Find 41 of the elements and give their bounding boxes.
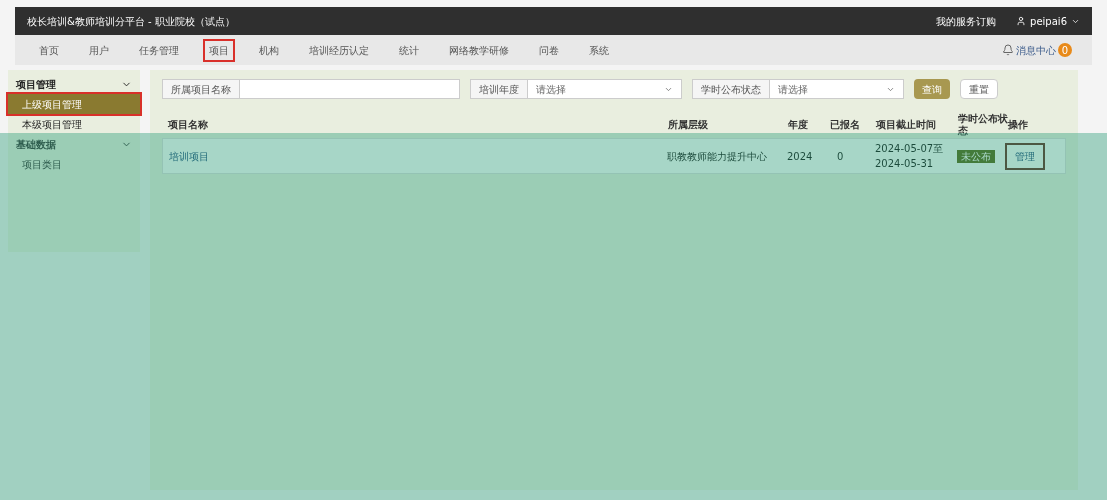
nav-tab[interactable]: 系统: [585, 40, 613, 60]
table-cell-text: 2024: [787, 149, 814, 164]
table-cell-text: 职教教师能力提升中心: [667, 149, 768, 164]
select-field[interactable]: 培训年度 请选择: [470, 79, 682, 99]
nav-tab[interactable]: 统计: [395, 40, 423, 60]
messages-link[interactable]: 消息中心: [1016, 42, 1056, 58]
select-field[interactable]: 学时公布状态 请选择: [692, 79, 904, 99]
nav-tab[interactable]: 机构: [255, 40, 283, 60]
manage-link[interactable]: 管理: [1007, 144, 1043, 168]
nav-tab[interactable]: 任务管理: [135, 40, 183, 60]
sidebar-item[interactable]: 本级项目管理: [8, 114, 140, 134]
window-title: 校长培训&教师培训分平台 - 职业院校（试点）: [27, 14, 236, 29]
nav-tab[interactable]: 用户: [85, 40, 113, 60]
user-menu[interactable]: peipai6: [1016, 13, 1080, 29]
column-header: 项目名称: [168, 118, 209, 132]
nav-tab[interactable]: 网络教学研修: [445, 40, 513, 60]
table-cell-text: 0: [836, 149, 845, 164]
header-link[interactable]: 我的服务订购: [936, 13, 997, 29]
column-header: 年度: [788, 118, 809, 132]
status-badge: 未公布: [957, 149, 995, 163]
bell-icon: [1002, 44, 1014, 56]
column-header: 已报名: [830, 118, 861, 132]
table-cell-text: 2024-05-31: [875, 157, 935, 171]
column-header: 所属层级: [668, 118, 709, 132]
user-icon: [1016, 16, 1027, 26]
sidebar-group[interactable]: 项目管理: [8, 74, 140, 94]
nav-tab[interactable]: 问卷: [535, 40, 563, 60]
input-field[interactable]: 所属项目名称: [162, 79, 460, 99]
table-cell-text: 2024-05-07至: [875, 142, 945, 156]
column-header: 项目截止时间: [876, 118, 937, 132]
sidebar-item[interactable]: 项目类目: [8, 154, 140, 174]
nav-tab[interactable]: 项目: [205, 40, 233, 60]
project-link[interactable]: 培训项目: [169, 148, 667, 164]
nav-tab[interactable]: 培训经历认定: [305, 40, 373, 60]
column-header: 学时公布状态: [958, 112, 1008, 138]
column-header: 操作: [1008, 118, 1029, 132]
sidebar-item[interactable]: 上级项目管理: [8, 94, 140, 114]
message-count: 0: [1058, 43, 1072, 57]
nav-tab[interactable]: 首页: [35, 40, 63, 60]
sidebar-group[interactable]: 基础数据: [8, 134, 140, 154]
reset-button[interactable]: 重置: [960, 79, 998, 99]
